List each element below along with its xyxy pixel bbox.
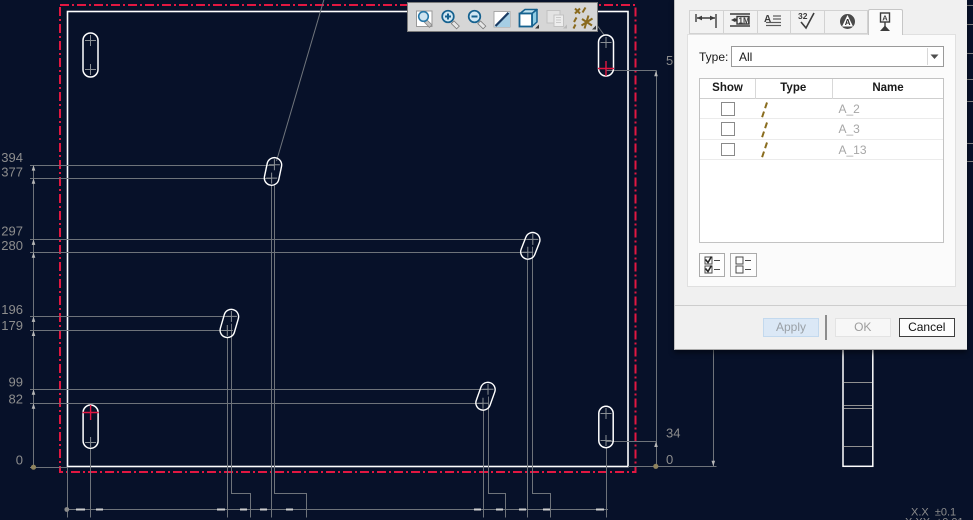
svg-text:1M: 1M xyxy=(738,17,749,26)
svg-text:A: A xyxy=(845,18,851,27)
svg-text:377: 377 xyxy=(1,165,23,180)
svg-text:A: A xyxy=(764,14,771,25)
svg-text:5: 5 xyxy=(666,53,673,68)
svg-text:A: A xyxy=(882,13,888,22)
svg-text:196: 196 xyxy=(1,302,23,317)
svg-text:99: 99 xyxy=(9,375,23,390)
svg-text:0: 0 xyxy=(666,452,673,467)
svg-text:297: 297 xyxy=(1,224,23,239)
svg-text:32: 32 xyxy=(798,11,808,21)
svg-text:X.XX ±0.01: X.XX ±0.01 xyxy=(905,517,964,520)
svg-text:0: 0 xyxy=(16,453,23,468)
svg-text:34: 34 xyxy=(666,426,680,441)
svg-text:179: 179 xyxy=(1,318,23,333)
svg-text:280: 280 xyxy=(1,238,23,253)
svg-text:394: 394 xyxy=(1,150,23,165)
svg-text:82: 82 xyxy=(9,392,23,407)
